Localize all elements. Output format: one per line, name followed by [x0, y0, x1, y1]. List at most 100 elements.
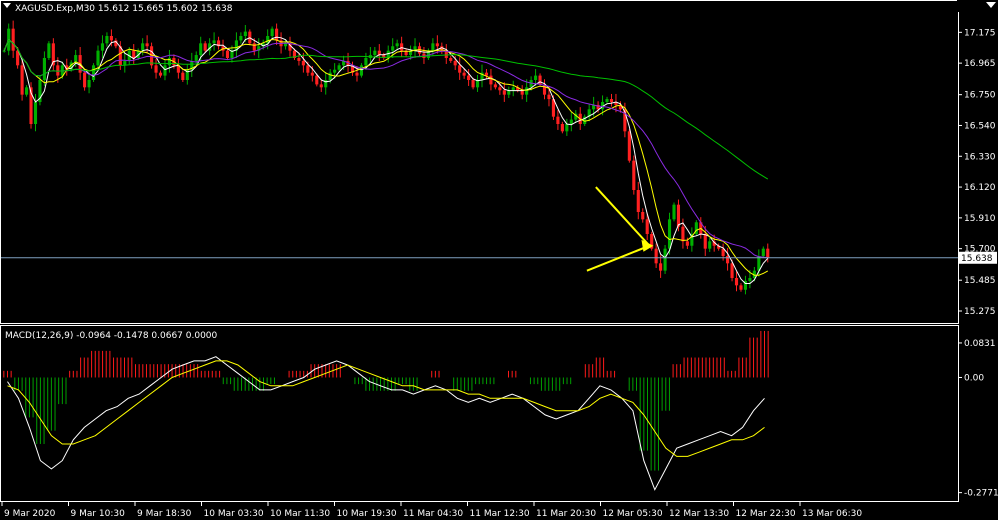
- candle-body: [659, 263, 663, 271]
- candle-body: [489, 75, 493, 85]
- macd-axis: 0.0831 0.00 -0.2771: [958, 339, 998, 499]
- y-tick-label: 15.275: [964, 307, 996, 317]
- candle-body: [141, 43, 145, 51]
- y-tick-label: 16.750: [964, 91, 996, 101]
- macd-pane-frame: [0, 325, 959, 502]
- candle-body: [355, 72, 359, 76]
- x-tick-label: 12 Mar 13:30: [669, 509, 729, 519]
- candle-body: [538, 75, 542, 85]
- current-price-label: 15.638: [961, 254, 993, 264]
- candle-body: [199, 43, 203, 56]
- candle-body: [181, 72, 185, 80]
- x-tick-label: 10 Mar 11:30: [270, 509, 330, 519]
- chart-menu-icon[interactable]: [3, 3, 11, 8]
- candle-body: [685, 241, 689, 246]
- candle-body: [212, 40, 216, 44]
- candle-body: [100, 43, 105, 51]
- x-tick-label: 10 Mar 19:30: [337, 509, 397, 519]
- candle-body: [730, 263, 734, 278]
- candle-body: [748, 278, 752, 281]
- candle-body: [431, 43, 435, 51]
- candle-body: [569, 119, 573, 124]
- candle-body: [239, 36, 243, 41]
- macd-layer: [3, 330, 769, 491]
- candle-body: [243, 31, 247, 36]
- candle-body: [74, 55, 78, 63]
- candle-body: [766, 248, 770, 258]
- candle-body: [511, 87, 515, 91]
- candle-body: [47, 43, 51, 58]
- trading-chart[interactable]: XAGUSD.Exp,M30 15.612 15.665 15.602 15.6…: [0, 0, 998, 520]
- x-tick-label: 9 Mar 2020: [4, 509, 56, 519]
- candle-body: [252, 43, 256, 51]
- candle-body: [109, 36, 113, 41]
- y-tick-label: 16.540: [964, 121, 996, 131]
- candle-body: [154, 65, 158, 73]
- candle-body: [498, 87, 502, 91]
- candle-body: [502, 90, 506, 95]
- x-tick-label: 9 Mar 18:30: [137, 509, 192, 519]
- candle-body: [547, 94, 551, 100]
- candle-body: [83, 72, 87, 88]
- candle-body: [364, 58, 368, 66]
- candle-body: [641, 212, 645, 220]
- y-tick-label: 16.965: [964, 59, 996, 69]
- candle-body: [734, 278, 739, 286]
- candle-body: [739, 285, 743, 290]
- candle-body: [449, 58, 453, 61]
- candle-body: [645, 219, 649, 234]
- candle-body: [435, 43, 439, 47]
- candle-body: [275, 28, 279, 41]
- candle-body: [484, 72, 489, 76]
- candle-body: [391, 46, 395, 51]
- candle-body: [726, 256, 730, 264]
- candle-body: [11, 28, 15, 51]
- candle-body: [91, 65, 96, 80]
- candle-body: [2, 50, 6, 52]
- x-tick-label: 9 Mar 10:30: [71, 509, 126, 519]
- candle-body: [87, 80, 91, 88]
- candle-body: [163, 65, 167, 76]
- y-tick-label: 16.330: [964, 152, 996, 162]
- time-axis: 9 Mar 2020 9 Mar 10:30 9 Mar 18:30 10 Mar 0…: [1, 502, 862, 519]
- candle-body: [395, 43, 399, 47]
- candle-body: [681, 226, 685, 242]
- candle-body: [145, 43, 149, 47]
- candle-body: [20, 65, 24, 95]
- candle-body: [319, 84, 323, 88]
- candle-body: [328, 72, 332, 80]
- ma-slow-line: [3, 38, 768, 259]
- candle-body: [132, 50, 136, 58]
- candle-body: [297, 58, 301, 61]
- y-tick-label: 17.175: [964, 28, 996, 38]
- x-tick-label: 13 Mar 06:30: [802, 509, 862, 519]
- candle-body: [42, 58, 46, 80]
- candle-body: [203, 43, 207, 51]
- candle-body: [301, 60, 305, 66]
- candle-body: [283, 43, 288, 47]
- macd-y-tick-label: 0.0831: [964, 339, 996, 349]
- candle-body: [471, 80, 475, 88]
- candle-body: [636, 190, 640, 212]
- candle-body: [225, 50, 230, 58]
- candle-body: [605, 99, 609, 102]
- candle-body: [703, 234, 707, 249]
- x-tick-label: 12 Mar 05:30: [603, 509, 663, 519]
- candle-body: [672, 204, 676, 220]
- candle-body: [270, 28, 274, 36]
- ma-fast-line: [3, 36, 769, 284]
- candle-body: [654, 248, 658, 264]
- y-tick-label: 15.910: [964, 214, 996, 224]
- candle-body: [560, 124, 564, 132]
- macd-y-tick-label: -0.2771: [964, 489, 998, 499]
- candle-body: [632, 160, 636, 190]
- candle-body: [24, 87, 29, 95]
- candle-body: [315, 75, 319, 85]
- candle-body: [373, 50, 377, 56]
- x-tick-label: 12 Mar 22:30: [736, 509, 796, 519]
- x-tick-label: 10 Mar 03:30: [204, 509, 264, 519]
- candle-body: [158, 72, 163, 76]
- x-tick-label: 11 Mar 20:30: [536, 509, 596, 519]
- candle-body: [627, 131, 631, 161]
- candle-body: [462, 72, 466, 76]
